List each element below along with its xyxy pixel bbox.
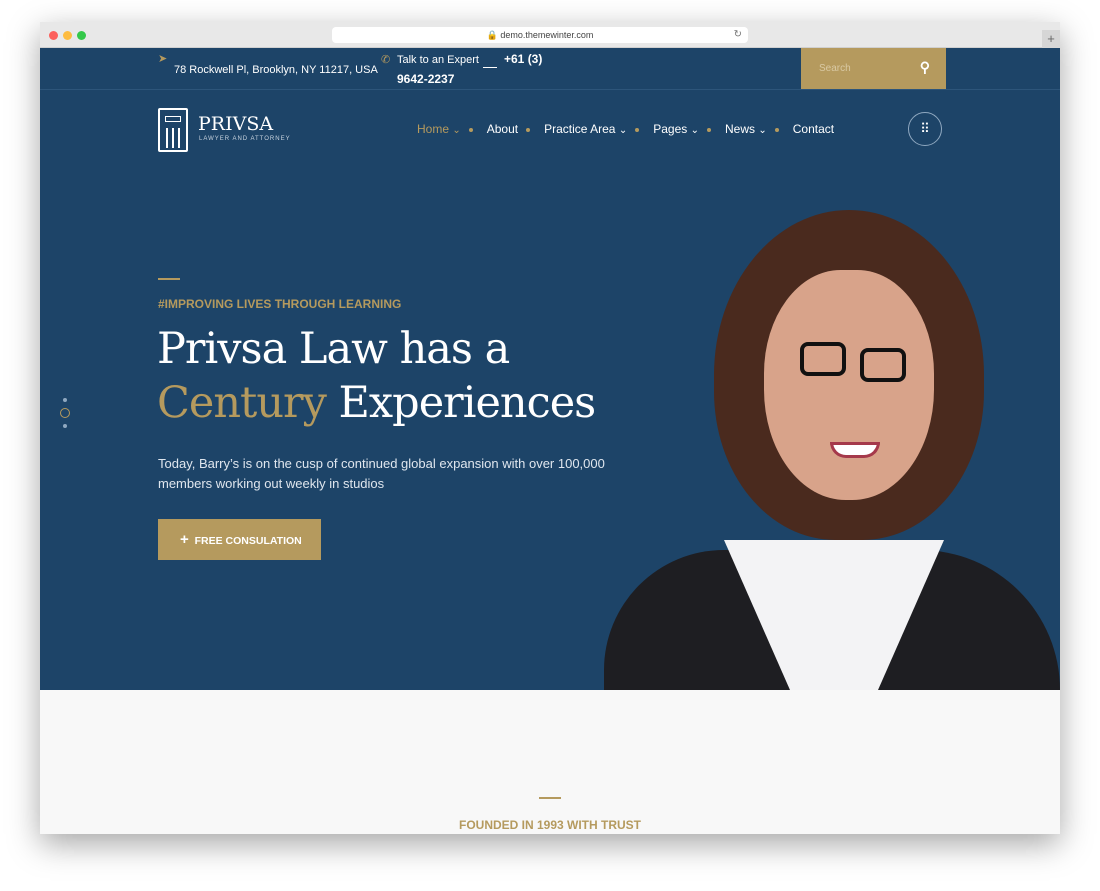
url-text: demo.themewinter.com xyxy=(500,30,594,40)
plus-icon: + xyxy=(180,531,189,548)
divider xyxy=(483,56,497,68)
slide-dot[interactable] xyxy=(63,424,67,428)
expert-label: Talk to an Expert xyxy=(397,54,479,66)
brand-tagline: LAWYER AND ATTORNEY xyxy=(199,136,291,142)
brand-name[interactable]: PRIVSA xyxy=(198,113,273,135)
accent-line xyxy=(158,278,180,280)
chevron-down-icon: ⌄ xyxy=(758,125,767,136)
new-tab-button[interactable]: + xyxy=(1042,30,1060,48)
address-bar[interactable]: 🔒 demo.themewinter.com ↻ xyxy=(332,27,748,43)
nav-menu: Home ⌄ About Practice Area ⌄ Pages ⌄ New… xyxy=(417,122,860,136)
browser-toolbar: 🔒 demo.themewinter.com ↻ + xyxy=(40,22,1060,48)
search-icon[interactable]: ⚲ xyxy=(920,59,930,76)
top-bar: ➤ 78 Rockwell Pl, Brooklyn, NY 11217, US… xyxy=(40,48,1060,90)
hero-description: Today, Barry’s is on the cusp of continu… xyxy=(158,456,605,491)
grid-menu-button[interactable]: ⠿ xyxy=(908,112,942,146)
about-section: FOUNDED IN 1993 WITH TRUST xyxy=(40,690,1060,834)
phone-part-2[interactable]: 9642-2237 xyxy=(397,72,454,86)
maximize-window-button[interactable] xyxy=(77,31,86,40)
chevron-down-icon: ⌄ xyxy=(690,125,699,136)
minimize-window-button[interactable] xyxy=(63,31,72,40)
nav-item-news[interactable]: News ⌄ xyxy=(706,122,767,136)
grid-icon: ⠿ xyxy=(920,121,930,136)
section-eyebrow: FOUNDED IN 1993 WITH TRUST xyxy=(458,818,641,832)
nav-item-contact[interactable]: Contact xyxy=(774,122,834,136)
reload-icon[interactable]: ↻ xyxy=(734,27,742,43)
main-nav: PRIVSA LAWYER AND ATTORNEY Home ⌄ About … xyxy=(40,90,1060,170)
address: 78 Rockwell Pl, Brooklyn, NY 11217, USA xyxy=(174,64,378,76)
search-input[interactable]: Search xyxy=(819,63,851,74)
hero-title: Privsa Law has a Century Experiences xyxy=(157,324,596,428)
chevron-down-icon: ⌄ xyxy=(618,125,628,136)
slide-dot-active[interactable] xyxy=(60,408,70,418)
slider-dots xyxy=(60,398,70,428)
accent-line xyxy=(539,797,561,799)
close-window-button[interactable] xyxy=(49,31,58,40)
nav-item-home[interactable]: Home ⌄ xyxy=(417,122,461,136)
logo-icon[interactable] xyxy=(158,108,188,152)
nav-item-practice-area[interactable]: Practice Area ⌄ xyxy=(526,122,628,136)
nav-item-pages[interactable]: Pages ⌄ xyxy=(635,122,699,136)
browser-window: 🔒 demo.themewinter.com ↻ + ➤ 78 Rockwell … xyxy=(40,22,1060,834)
phone-part-1[interactable]: +61 (3) xyxy=(504,52,542,66)
attorney-portrait xyxy=(604,210,1060,710)
hero-eyebrow: #IMPROVING LIVES THROUGH LEARNING xyxy=(158,297,402,311)
lock-icon: 🔒 xyxy=(486,30,498,40)
phone-icon: ✆ xyxy=(381,54,391,66)
nav-item-about[interactable]: About xyxy=(468,122,518,136)
chevron-down-icon: ⌄ xyxy=(452,125,461,136)
search-box[interactable]: Search ⚲ xyxy=(801,48,946,89)
hero-section: #IMPROVING LIVES THROUGH LEARNING Privsa… xyxy=(40,170,1060,710)
free-consultation-button[interactable]: + FREE CONSULATION xyxy=(158,519,321,560)
paper-plane-icon: ➤ xyxy=(158,53,168,65)
slide-dot[interactable] xyxy=(63,398,67,402)
